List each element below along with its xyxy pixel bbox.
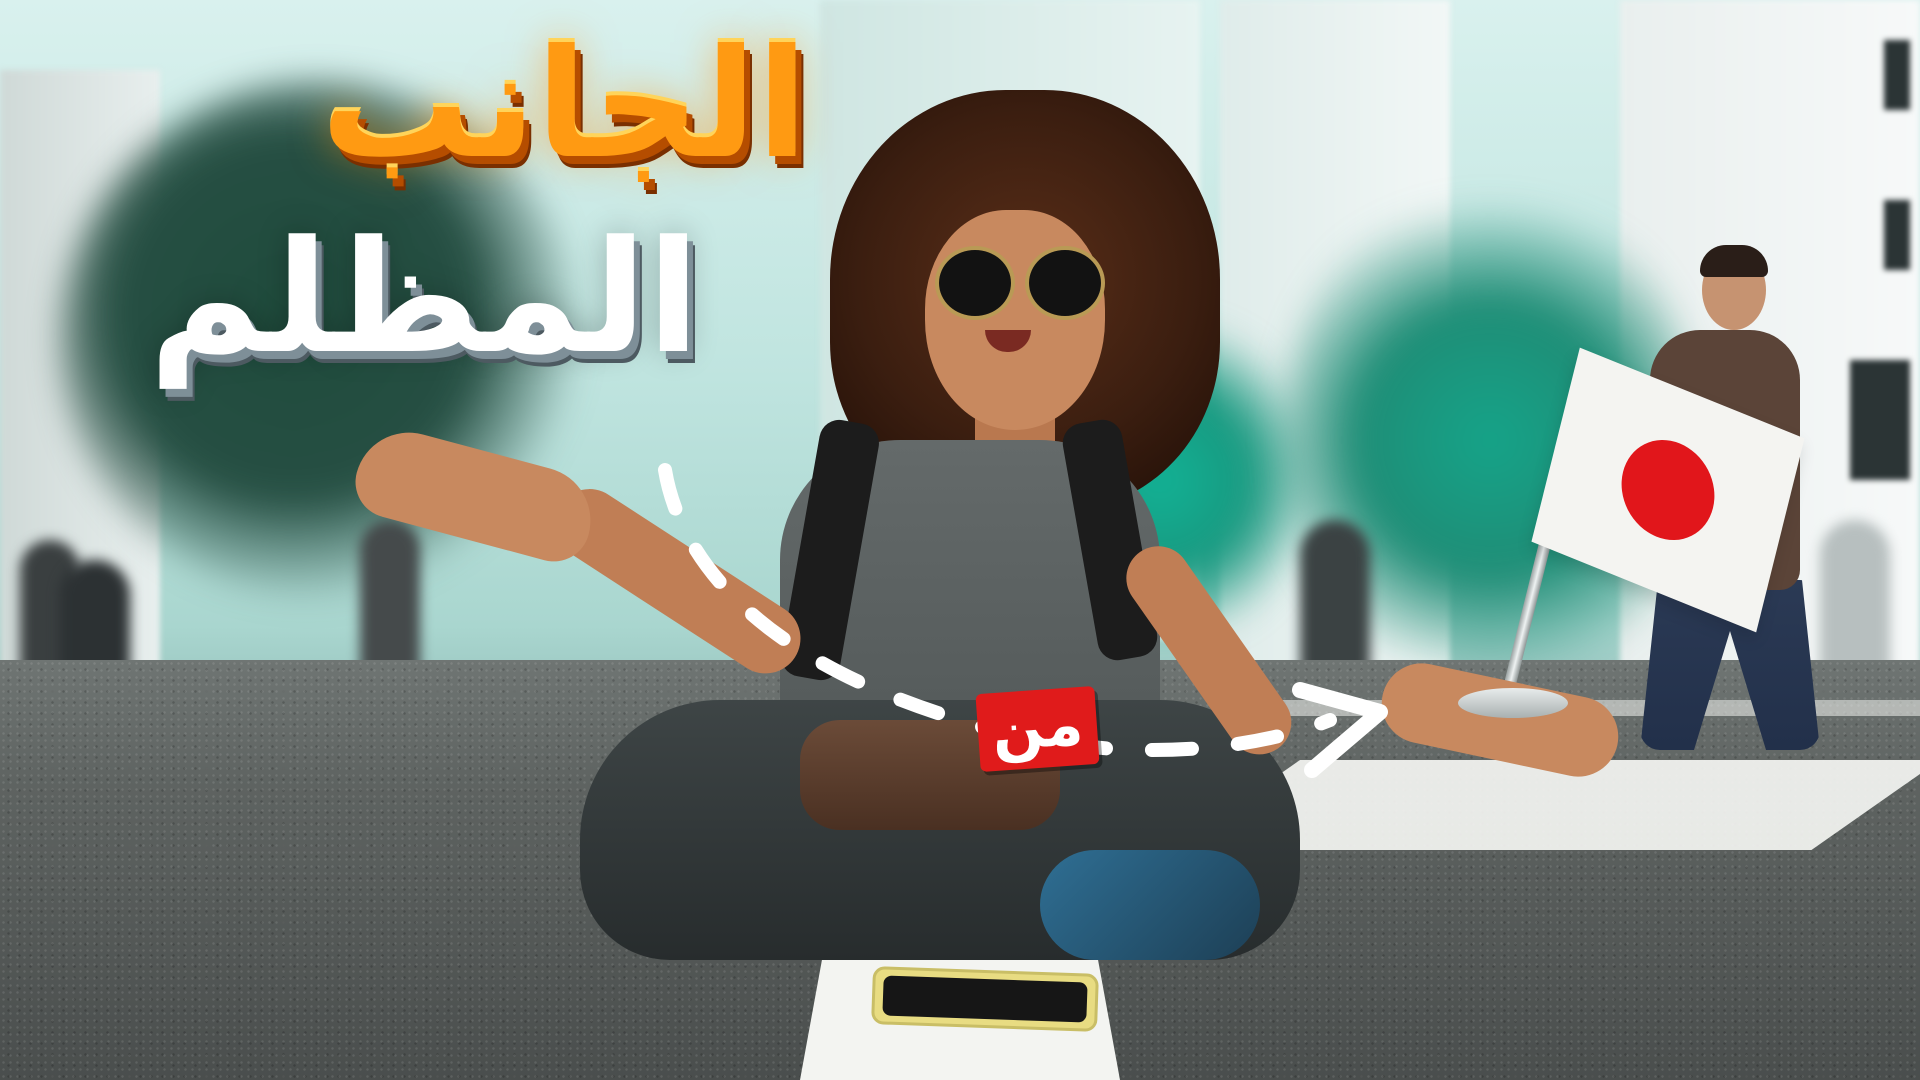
building-sign	[1850, 360, 1910, 480]
flag-sun-disc	[1611, 425, 1725, 555]
headline-line-1: الجانب	[320, 18, 808, 192]
woman-sneaker	[1040, 850, 1260, 960]
thumbnail-scene: الجانب المظلم من	[0, 0, 1920, 1080]
woman-face	[925, 210, 1105, 430]
smartphone	[871, 966, 1099, 1032]
sunglasses-lens-right	[1025, 246, 1105, 320]
headline-line-2: المظلم	[148, 207, 700, 388]
tag-word: من	[975, 685, 1100, 773]
building-window	[1884, 200, 1910, 270]
sunglasses-lens-left	[935, 246, 1015, 320]
building-window	[1884, 40, 1910, 110]
smartphone-screen	[882, 975, 1088, 1023]
walker-hair	[1700, 245, 1768, 277]
flag-base	[1458, 688, 1568, 718]
